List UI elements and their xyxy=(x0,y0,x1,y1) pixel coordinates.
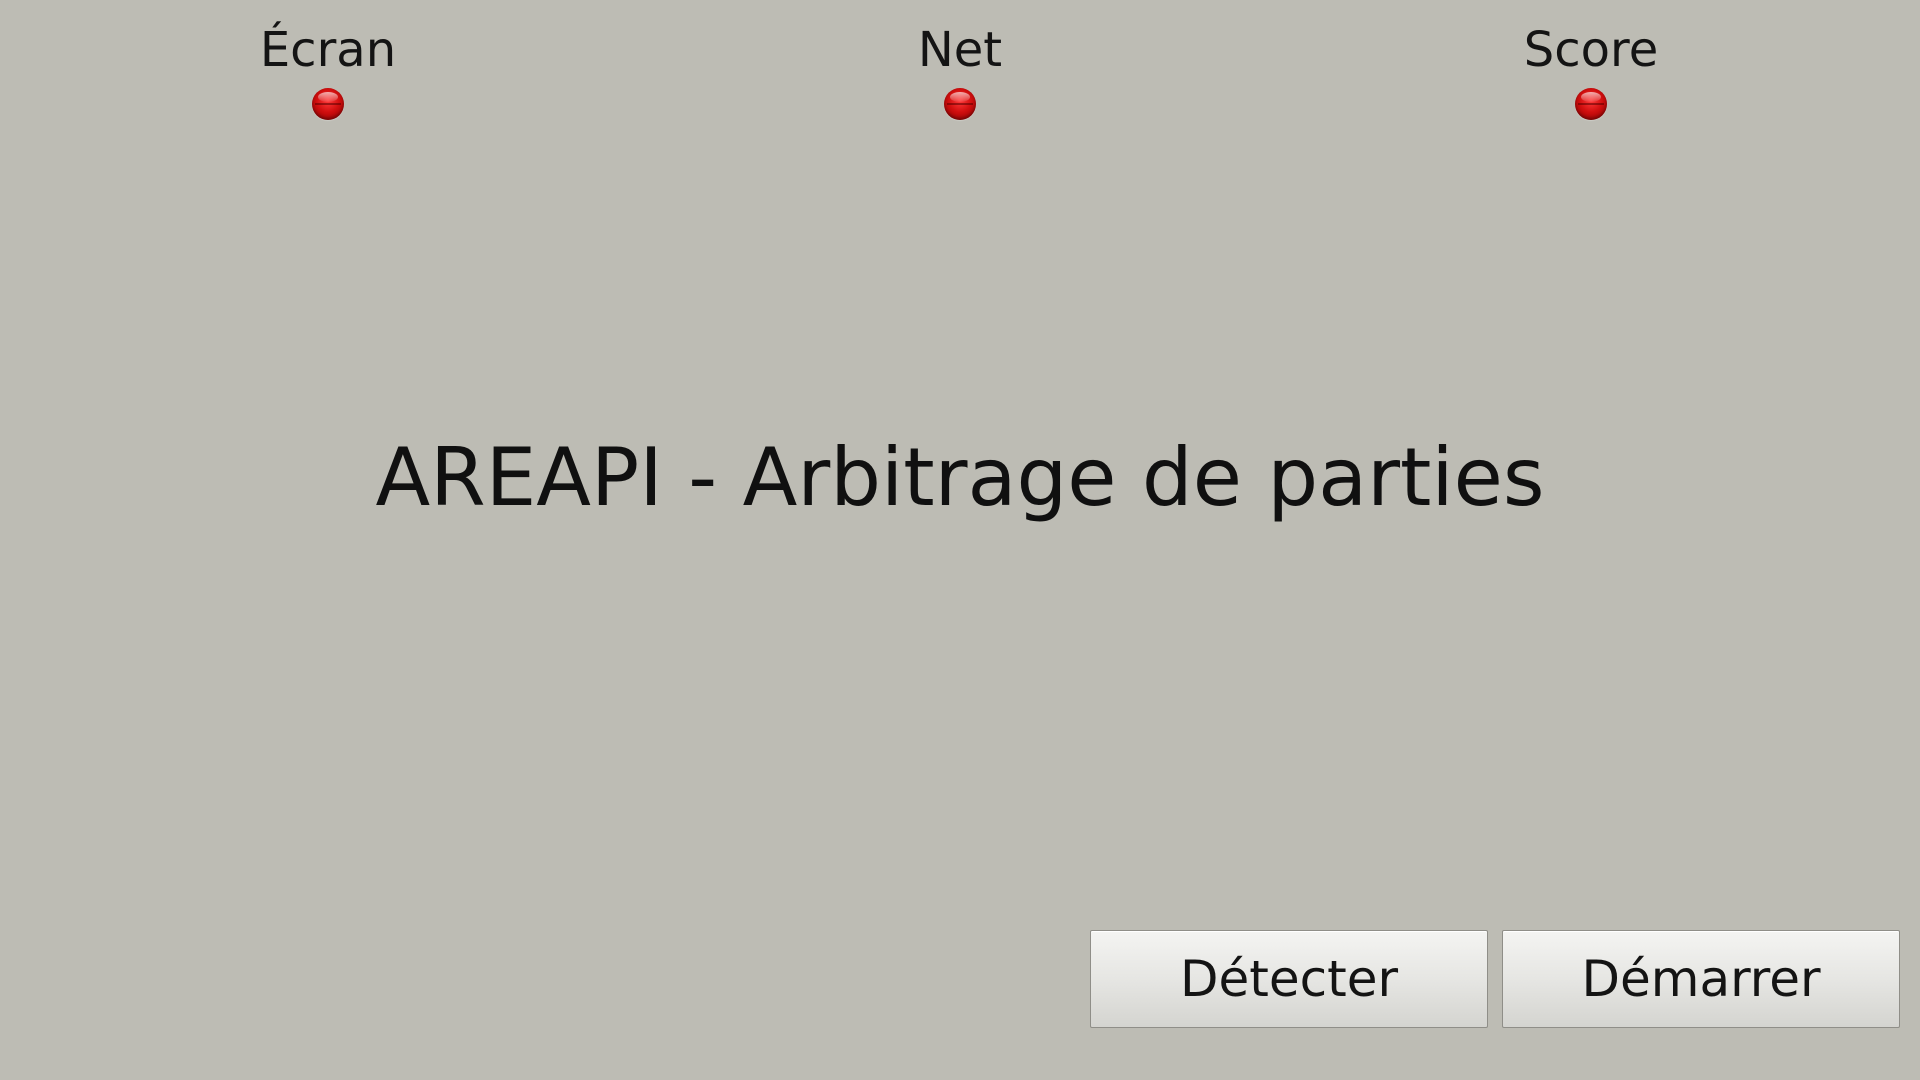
status-label-net: Net xyxy=(917,22,1003,78)
main-window: Écran Net Score AREAPI - Arbitrage de pa… xyxy=(0,0,1920,1080)
status-label-ecran: Écran xyxy=(259,22,397,78)
status-indicator-score: Score xyxy=(1441,18,1741,120)
start-button[interactable]: Démarrer xyxy=(1502,930,1900,1028)
status-label-score: Score xyxy=(1523,22,1659,78)
red-led-icon xyxy=(944,88,976,120)
status-indicator-net: Net xyxy=(810,18,1110,120)
status-indicator-ecran: Écran xyxy=(178,18,478,120)
detect-button[interactable]: Détecter xyxy=(1090,930,1488,1028)
page-title: AREAPI - Arbitrage de parties xyxy=(375,431,1545,524)
red-led-icon xyxy=(312,88,344,120)
red-led-icon xyxy=(1575,88,1607,120)
